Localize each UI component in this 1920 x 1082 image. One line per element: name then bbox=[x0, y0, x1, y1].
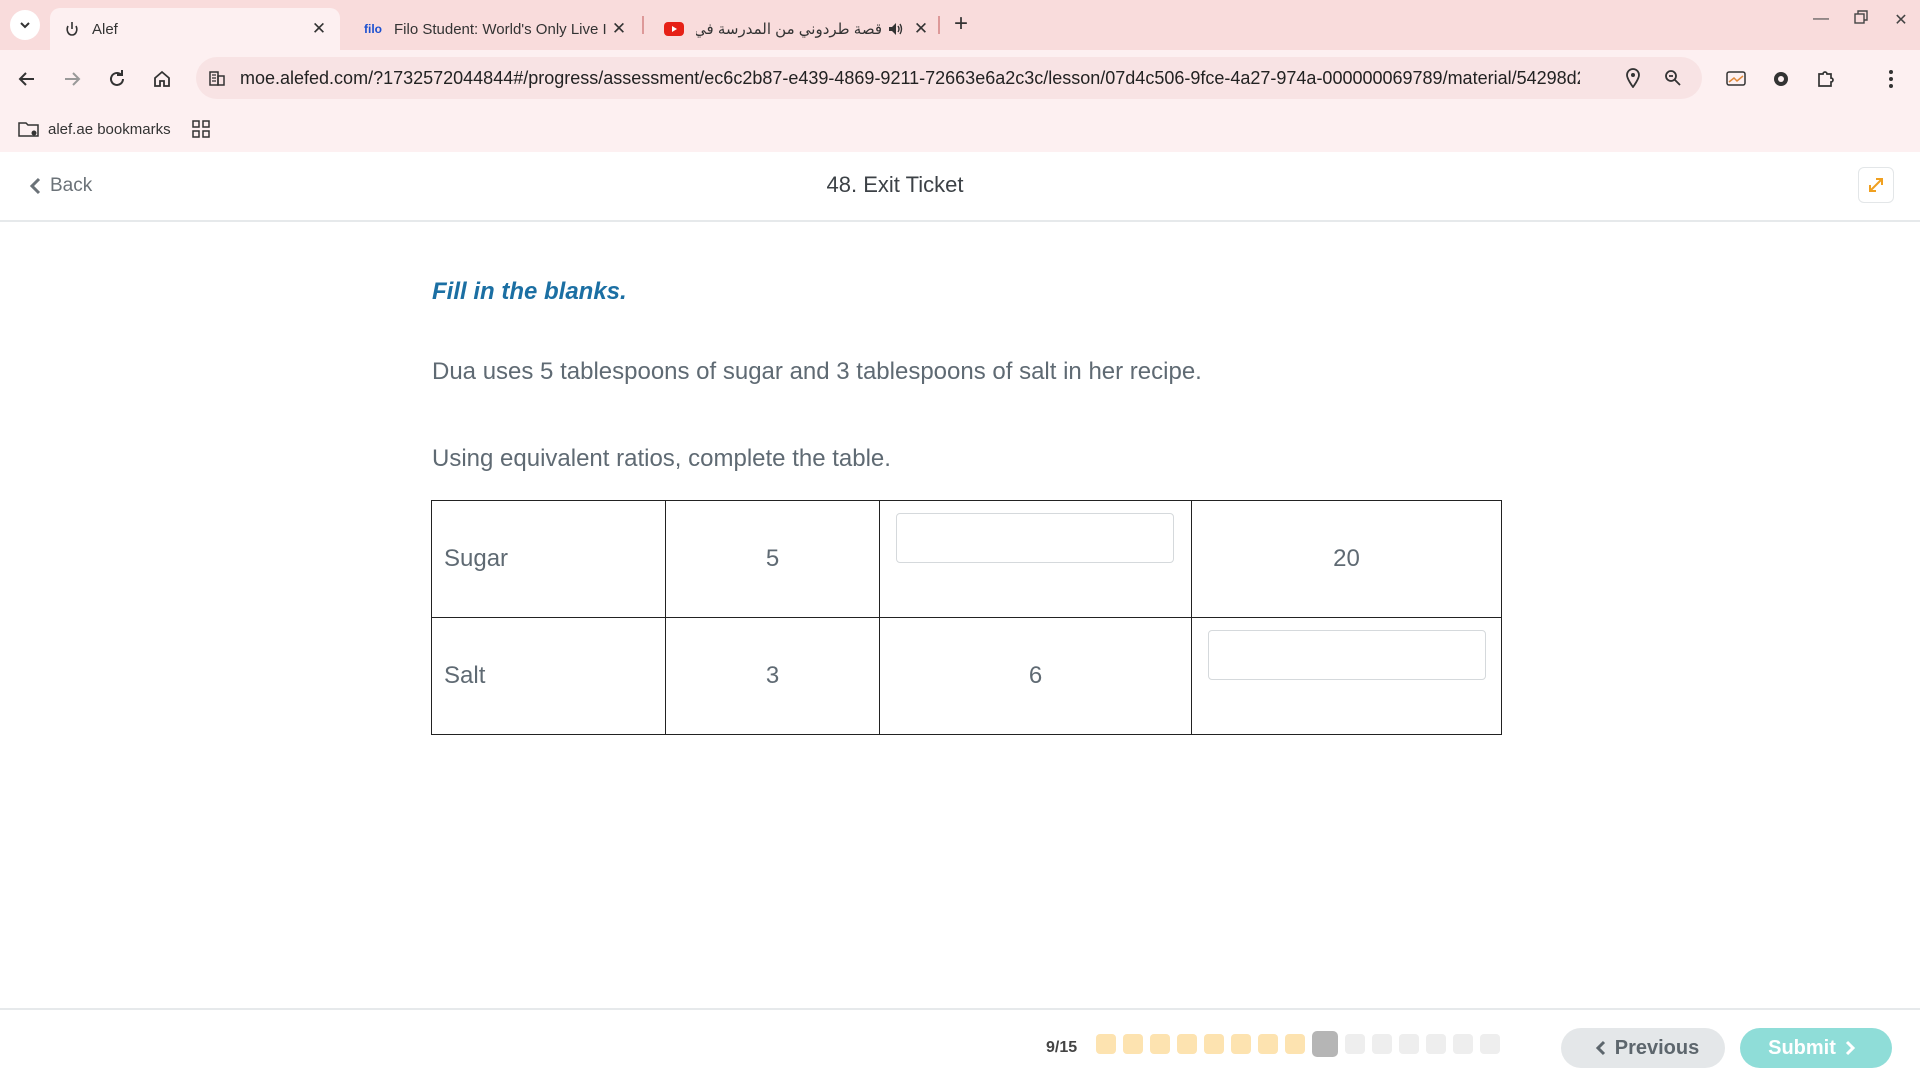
page-title: 48. Exit Ticket bbox=[826, 172, 964, 197]
footer-bar: 9/15 Previous Submit bbox=[0, 1008, 1920, 1082]
ratio-table: Sugar 5 20 Salt 3 6 bbox=[431, 500, 1502, 735]
expand-icon bbox=[1869, 178, 1883, 192]
previous-label: Previous bbox=[1614, 1036, 1700, 1059]
bookmarks-bar: alef.ae bookmarks bbox=[0, 108, 1920, 152]
tab-title: قصة طردوني من المدرسة في ال bbox=[696, 21, 882, 38]
close-icon[interactable]: ✕ bbox=[308, 19, 330, 39]
puzzle-icon[interactable] bbox=[1811, 64, 1841, 94]
progress-indicator bbox=[1096, 1031, 1500, 1057]
app-header: Back 48. Exit Ticket bbox=[0, 152, 1920, 222]
url-text[interactable]: moe.alefed.com/?1732572044844#/progress/… bbox=[240, 68, 1580, 89]
tab-separator bbox=[938, 16, 940, 34]
tab-search-button[interactable] bbox=[10, 10, 40, 40]
back-arrow-icon[interactable] bbox=[12, 64, 42, 94]
tab-strip: Alef ✕ filo Filo Student: World's Only L… bbox=[0, 0, 1920, 50]
progress-step-1[interactable] bbox=[1096, 1034, 1116, 1054]
table-row-sugar: Sugar 5 20 bbox=[431, 500, 1502, 618]
progress-step-5[interactable] bbox=[1204, 1034, 1224, 1054]
submit-button[interactable]: Submit bbox=[1740, 1028, 1892, 1068]
reload-icon[interactable] bbox=[102, 64, 132, 94]
table-cell-blank bbox=[879, 500, 1192, 618]
progress-step-10[interactable] bbox=[1345, 1034, 1365, 1054]
progress-step-13[interactable] bbox=[1426, 1034, 1446, 1054]
progress-step-4[interactable] bbox=[1177, 1034, 1197, 1054]
site-info-icon[interactable] bbox=[208, 69, 226, 87]
alef-icon bbox=[64, 21, 80, 37]
speaker-icon[interactable] bbox=[888, 21, 904, 37]
question-prompt: Using equivalent ratios, complete the ta… bbox=[432, 445, 891, 472]
progress-step-12[interactable] bbox=[1399, 1034, 1419, 1054]
question-text: Dua uses 5 tablespoons of sugar and 3 ta… bbox=[432, 358, 1202, 385]
filo-icon: filo bbox=[364, 22, 382, 36]
progress-step-2[interactable] bbox=[1123, 1034, 1143, 1054]
extension-gear-icon[interactable] bbox=[1766, 64, 1796, 94]
progress-label: 9/15 bbox=[1046, 1039, 1078, 1056]
browser-toolbar: moe.alefed.com/?1732572044844#/progress/… bbox=[0, 50, 1920, 108]
submit-label: Submit bbox=[1768, 1036, 1836, 1059]
tab-alef[interactable]: Alef ✕ bbox=[50, 8, 340, 50]
progress-step-8[interactable] bbox=[1285, 1034, 1305, 1054]
progress-step-15[interactable] bbox=[1480, 1034, 1500, 1054]
folder-icon bbox=[18, 122, 39, 137]
question-area: Fill in the blanks. Dua uses 5 tablespoo… bbox=[0, 222, 1920, 1007]
table-cell: 5 bbox=[665, 500, 880, 618]
answer-input-sugar[interactable] bbox=[896, 513, 1174, 563]
table-row-salt: Salt 3 6 bbox=[431, 617, 1502, 735]
table-cell: 20 bbox=[1191, 500, 1502, 618]
table-cell: 6 bbox=[879, 617, 1192, 735]
location-pin-icon[interactable] bbox=[1622, 67, 1644, 89]
progress-step-9[interactable] bbox=[1312, 1031, 1338, 1057]
zoom-icon[interactable] bbox=[1662, 67, 1684, 89]
browser-chrome: Alef ✕ filo Filo Student: World's Only L… bbox=[0, 0, 1920, 152]
bookmark-folder[interactable]: alef.ae bookmarks bbox=[18, 114, 171, 144]
progress-step-6[interactable] bbox=[1231, 1034, 1251, 1054]
close-icon[interactable]: ✕ bbox=[910, 19, 932, 39]
tab-separator bbox=[642, 16, 644, 34]
fullscreen-button[interactable] bbox=[1858, 167, 1894, 203]
tab-youtube[interactable]: قصة طردوني من المدرسة في ال ✕ bbox=[650, 8, 942, 50]
window-close-icon[interactable]: ✕ bbox=[1886, 10, 1916, 36]
progress-step-7[interactable] bbox=[1258, 1034, 1278, 1054]
address-bar[interactable]: moe.alefed.com/?1732572044844#/progress/… bbox=[196, 57, 1702, 99]
progress-step-11[interactable] bbox=[1372, 1034, 1392, 1054]
tab-title: Alef bbox=[92, 20, 118, 38]
previous-button[interactable]: Previous bbox=[1561, 1028, 1725, 1068]
apps-grid-icon[interactable] bbox=[192, 114, 210, 144]
close-icon[interactable]: ✕ bbox=[608, 19, 630, 39]
bookmark-label: alef.ae bookmarks bbox=[48, 120, 171, 138]
cast-icon[interactable] bbox=[1721, 64, 1751, 94]
progress-step-3[interactable] bbox=[1150, 1034, 1170, 1054]
restore-icon[interactable] bbox=[1846, 10, 1876, 36]
row-label: Salt bbox=[431, 617, 666, 735]
row-label: Sugar bbox=[431, 500, 666, 618]
instruction: Fill in the blanks. bbox=[432, 278, 627, 305]
more-vert-icon[interactable] bbox=[1876, 64, 1906, 94]
answer-input-salt[interactable] bbox=[1208, 630, 1486, 680]
progress-step-14[interactable] bbox=[1453, 1034, 1473, 1054]
home-icon[interactable] bbox=[147, 64, 177, 94]
forward-arrow-icon[interactable] bbox=[57, 64, 87, 94]
chevron-right-icon bbox=[1845, 1040, 1856, 1056]
tab-filo[interactable]: filo Filo Student: World's Only Live I ✕ bbox=[350, 8, 640, 50]
table-cell: 3 bbox=[665, 617, 880, 735]
table-cell-blank bbox=[1191, 617, 1502, 735]
new-tab-button[interactable]: + bbox=[948, 12, 974, 38]
chevron-left-icon bbox=[1595, 1040, 1605, 1056]
chevron-down-icon bbox=[20, 22, 30, 29]
youtube-icon bbox=[664, 21, 684, 37]
minimize-icon[interactable]: — bbox=[1806, 10, 1836, 36]
tab-title: Filo Student: World's Only Live I bbox=[394, 20, 607, 38]
